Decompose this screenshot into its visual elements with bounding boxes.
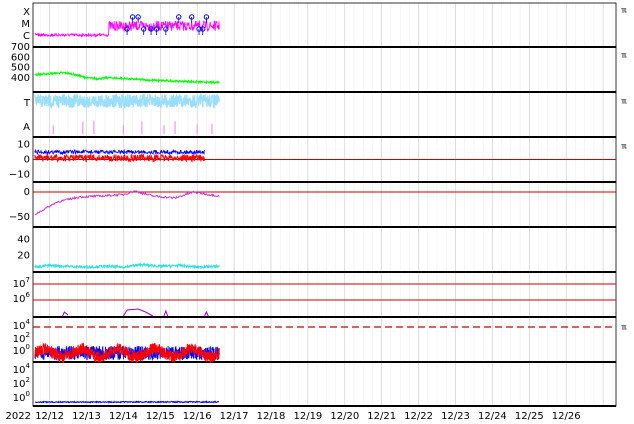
x-axis-tick-label: 12/17 xyxy=(220,411,249,422)
x-axis-tick-label: 12/14 xyxy=(109,411,138,422)
density-tick-label: −50 xyxy=(9,212,30,223)
panel-density_index-frame xyxy=(32,181,617,228)
panel-marker-icon: ℼ xyxy=(621,6,627,15)
panel-marker-icon: ℼ xyxy=(621,142,627,151)
x-axis-year-label: 2022 xyxy=(6,411,31,422)
electron-tick-label: 104 xyxy=(13,318,31,332)
speed-tick-label: 400 xyxy=(11,73,30,84)
panel-marker-icon: ℼ xyxy=(621,323,627,332)
x-axis-tick-label: 12/19 xyxy=(293,411,322,422)
proton-flux-line xyxy=(163,309,169,317)
proton-flux-line xyxy=(62,311,69,317)
xray-tick-label: X xyxy=(23,7,30,18)
x-axis-tick-label: 12/20 xyxy=(330,411,359,422)
panel-t-tick-label: T xyxy=(23,98,31,109)
proton-tick-label: 107 xyxy=(13,276,30,290)
panel-a-tick-label: A xyxy=(23,122,30,133)
x-axis-tick-label: 12/23 xyxy=(441,411,470,422)
mag-field-tick-label: 10 xyxy=(17,140,30,151)
xray-tick-label: M xyxy=(21,19,30,30)
x-axis-tick-label: 12/21 xyxy=(367,411,396,422)
xray-tick-label: C xyxy=(23,31,30,42)
electron-tick-label: 100 xyxy=(13,343,30,357)
panel-temperature_index-frame xyxy=(32,226,617,273)
x-axis-tick-label: 12/22 xyxy=(404,411,433,422)
x-axis-tick-label: 12/16 xyxy=(183,411,212,422)
neutron-tick-label: 102 xyxy=(13,376,30,390)
space-weather-chart: ℼℼℼℼℼXMC700600500400TA100−100−5040201071… xyxy=(0,0,627,422)
temp-tick-label: 40 xyxy=(17,234,30,245)
mag-field-tick-label: −10 xyxy=(9,170,30,181)
solar-wind-speed-line xyxy=(34,70,220,85)
mag-field-tick-label: 0 xyxy=(24,155,30,166)
neutron-tick-label: 104 xyxy=(13,362,31,376)
panel-marker-icon: ℼ xyxy=(621,97,627,106)
x-axis-tick-label: 12/25 xyxy=(515,411,544,422)
x-axis-tick-label: 12/15 xyxy=(146,411,175,422)
proton-tick-label: 106 xyxy=(13,291,31,305)
x-axis-tick-label: 12/12 xyxy=(35,411,64,422)
density-tick-label: 0 xyxy=(24,187,30,198)
grid xyxy=(40,3,613,406)
proton-flux-line xyxy=(122,308,154,317)
neutron-flux-line xyxy=(34,400,219,404)
x-axis-tick-label: 12/13 xyxy=(72,411,101,422)
x-axis-tick-label: 12/24 xyxy=(478,411,507,422)
x-axis-tick-label: 12/18 xyxy=(257,411,286,422)
density-line xyxy=(34,190,220,216)
panel-t-line xyxy=(34,92,220,110)
panel-solar_wind_speed-frame xyxy=(32,46,617,93)
temp-line xyxy=(34,262,220,271)
neutron-tick-label: 100 xyxy=(13,390,30,404)
panel-neutron_flux-frame xyxy=(32,361,617,407)
panel-marker-icon: ℼ xyxy=(621,51,627,60)
panel-proton_flux-frame xyxy=(32,271,617,318)
temp-tick-label: 20 xyxy=(17,251,30,262)
x-axis-tick-label: 12/26 xyxy=(552,411,581,422)
